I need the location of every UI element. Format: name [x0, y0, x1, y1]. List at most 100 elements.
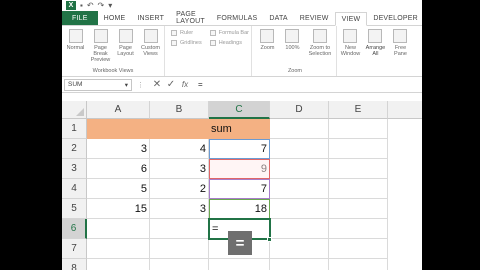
cell-c1[interactable]: sum [209, 119, 270, 139]
fill-handle[interactable] [267, 237, 272, 242]
cell-a4[interactable]: 5 [87, 179, 150, 199]
row-header-6[interactable]: 6 [62, 219, 87, 239]
tab-review[interactable]: REVIEW [294, 11, 335, 25]
cell-b1[interactable] [150, 119, 209, 139]
gridlines-checkbox[interactable]: Gridlines [171, 40, 202, 46]
tab-data[interactable]: DATA [263, 11, 293, 25]
gridlines-label: Gridlines [180, 40, 202, 46]
cell-b6[interactable] [150, 219, 209, 239]
tab-home[interactable]: HOME [98, 11, 132, 25]
cancel-icon[interactable]: ✕ [150, 79, 164, 90]
freeze-panes-button[interactable]: Free Pane [389, 27, 412, 67]
arrange-all-button[interactable]: Arrange All [364, 27, 387, 67]
name-box-dropdown-icon[interactable]: ▾ [125, 81, 128, 89]
cell-d2[interactable] [270, 139, 329, 159]
tab-view[interactable]: VIEW [334, 12, 368, 26]
redo-icon[interactable]: ↷ [98, 1, 105, 10]
headings-checkbox[interactable]: Headings [209, 40, 249, 46]
normal-view-button[interactable]: Normal [64, 27, 87, 67]
row-header-8[interactable]: 8 [62, 259, 87, 270]
cell-b2[interactable]: 4 [150, 139, 209, 159]
formula-bar-checkbox[interactable]: Formula Bar [209, 30, 249, 36]
cell-b5[interactable]: 3 [150, 199, 209, 219]
ruler-label: Ruler [180, 30, 194, 36]
normal-view-icon [68, 29, 83, 43]
page-layout-view-button[interactable]: Page Layout [114, 27, 137, 67]
ruler-checkbox[interactable]: Ruler [171, 30, 202, 36]
name-box-value: SUM [68, 81, 83, 88]
arrange-all-label: Arrange All [365, 45, 386, 57]
zoom-100-button[interactable]: 100% [281, 27, 304, 67]
cell-c5[interactable]: 18 [209, 199, 270, 219]
column-header-c[interactable]: C [209, 101, 270, 119]
cell-e8[interactable] [329, 259, 388, 270]
cell-a6[interactable] [87, 219, 150, 239]
column-header-a[interactable]: A [87, 101, 150, 119]
formula-input[interactable]: = [198, 80, 203, 89]
cell-e4[interactable] [329, 179, 388, 199]
row-header-1[interactable]: 1 [62, 119, 87, 139]
cell-a1[interactable] [87, 119, 150, 139]
column-header-d[interactable]: D [270, 101, 329, 119]
tab-page-layout[interactable]: PAGE LAYOUT [170, 11, 211, 25]
tab-formulas[interactable]: FORMULAS [211, 11, 264, 25]
row-header-7[interactable]: 7 [62, 239, 87, 259]
cell-a7[interactable] [87, 239, 150, 259]
column-header-e[interactable]: E [329, 101, 388, 119]
insert-function-icon[interactable]: fx [178, 80, 192, 89]
cell-b3[interactable]: 3 [150, 159, 209, 179]
zoom-button[interactable]: Zoom [256, 27, 279, 67]
cell-d8[interactable] [270, 259, 329, 270]
custom-views-label: Custom Views [141, 45, 160, 57]
cell-a3[interactable]: 6 [87, 159, 150, 179]
page-break-preview-button[interactable]: Page Break Preview [89, 27, 112, 67]
cell-d4[interactable] [270, 179, 329, 199]
cell-e2[interactable] [329, 139, 388, 159]
row-header-3[interactable]: 3 [62, 159, 87, 179]
cell-c8[interactable] [209, 259, 270, 270]
tab-developer[interactable]: DEVELOPER [367, 11, 422, 25]
save-icon[interactable]: ▪ [80, 1, 83, 10]
cell-e6[interactable] [329, 219, 388, 239]
tab-file[interactable]: FILE [62, 11, 98, 25]
cell-d3[interactable] [270, 159, 329, 179]
cell-a2[interactable]: 3 [87, 139, 150, 159]
new-window-button[interactable]: New Window [339, 27, 362, 67]
cell-b7[interactable] [150, 239, 209, 259]
ruler-checkbox-box [171, 30, 177, 36]
cell-d7[interactable] [270, 239, 329, 259]
qat-dropdown-icon[interactable]: ▾ [108, 1, 112, 10]
row-header-4[interactable]: 4 [62, 179, 87, 199]
cell-e3[interactable] [329, 159, 388, 179]
cell-c4[interactable]: 7 [209, 179, 270, 199]
zoom-label: Zoom [260, 45, 275, 51]
cell-b4[interactable]: 2 [150, 179, 209, 199]
cell-b8[interactable] [150, 259, 209, 270]
cell-e1[interactable] [329, 119, 388, 139]
cell-a8[interactable] [87, 259, 150, 270]
page-layout-icon [118, 29, 133, 43]
enter-icon[interactable]: ✓ [164, 79, 178, 90]
cell-e7[interactable] [329, 239, 388, 259]
cell-a5[interactable]: 15 [87, 199, 150, 219]
equals-key-overlay: = [228, 231, 252, 255]
group-label-zoom: Zoom [287, 68, 302, 74]
name-box[interactable]: SUM ▾ [64, 78, 132, 91]
cell-e5[interactable] [329, 199, 388, 219]
column-header-f[interactable] [388, 101, 422, 119]
select-all-button[interactable] [62, 101, 87, 119]
tab-insert[interactable]: INSERT [131, 11, 170, 25]
zoom-to-selection-button[interactable]: Zoom to Selection [306, 27, 334, 67]
undo-icon[interactable]: ↶ [87, 1, 94, 10]
group-label-workbook-views: Workbook Views [92, 68, 134, 74]
row-header-5[interactable]: 5 [62, 199, 87, 219]
row-header-2[interactable]: 2 [62, 139, 87, 159]
cell-c3[interactable]: 9 [209, 159, 270, 179]
column-header-b[interactable]: B [150, 101, 209, 119]
zoom-icon [260, 29, 275, 43]
cell-c2[interactable]: 7 [209, 139, 270, 159]
cell-d5[interactable] [270, 199, 329, 219]
cell-d1[interactable] [270, 119, 329, 139]
custom-views-button[interactable]: Custom Views [139, 27, 162, 67]
cell-d6[interactable] [270, 219, 329, 239]
